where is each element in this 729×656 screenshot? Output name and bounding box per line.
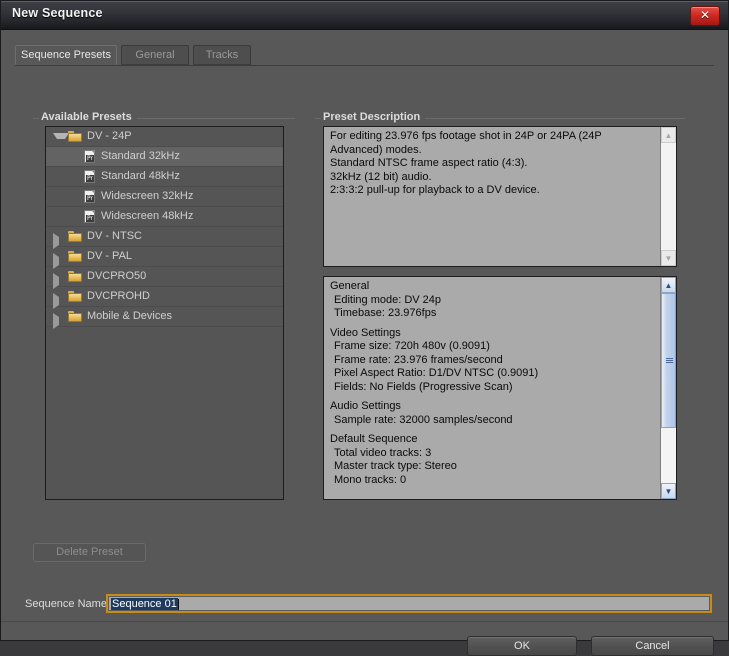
settings-row: Sample rate: 32000 samples/second (330, 414, 656, 428)
preset-file-badge: Pr (86, 195, 94, 202)
scrollbar-grip-icon (666, 358, 673, 364)
sequence-name-label: Sequence Name: (25, 598, 110, 610)
preset-file-badge: Pr (86, 175, 94, 182)
sequence-name-field[interactable]: Sequence 01 (106, 594, 712, 613)
tree-row-label: Standard 32kHz (101, 147, 180, 166)
folder-icon (68, 131, 82, 142)
sequence-name-input[interactable]: Sequence 01 (108, 596, 710, 611)
available-presets-label: Available Presets (39, 111, 137, 123)
settings-row: Frame rate: 23.976 frames/second (330, 354, 656, 368)
tree-row-label: DV - NTSC (87, 227, 142, 246)
preset-file-icon: Pr (84, 210, 95, 223)
chevron-right-icon[interactable] (53, 313, 67, 329)
folder-icon (68, 271, 82, 282)
tree-row-label: Widescreen 48kHz (101, 207, 193, 226)
preset-file-badge: Pr (86, 215, 94, 222)
tree-row[interactable]: Pr Standard 48kHz (46, 167, 283, 187)
close-icon: ✕ (691, 7, 719, 25)
scroll-up-icon[interactable]: ▲ (661, 277, 676, 293)
folder-icon (68, 311, 82, 322)
settings-row: Fields: No Fields (Progressive Scan) (330, 381, 656, 395)
window-title: New Sequence (12, 6, 103, 20)
cancel-button[interactable]: Cancel (591, 636, 714, 656)
settings-row: Master track type: Stereo (330, 460, 656, 474)
tab-strip: Sequence Presets General Tracks (15, 45, 714, 66)
settings-section-heading: Video Settings (330, 327, 656, 341)
tree-row-label: DV - PAL (87, 247, 132, 266)
scroll-down-icon[interactable]: ▼ (661, 483, 676, 499)
settings-row: Pixel Aspect Ratio: D1/DV NTSC (0.9091) (330, 367, 656, 381)
preset-tree[interactable]: DV - 24P Pr Standard 32kHz Pr Standard 48kHz… (45, 126, 284, 500)
tab-sequence-presets[interactable]: Sequence Presets (15, 45, 117, 65)
tree-row-label: Widescreen 32kHz (101, 187, 193, 206)
preset-file-icon: Pr (84, 170, 95, 183)
folder-icon (68, 231, 82, 242)
preset-description-label: Preset Description (321, 111, 425, 123)
tree-row[interactable]: DVCPROHD (46, 287, 283, 307)
tree-row[interactable]: DV - PAL (46, 247, 283, 267)
footer-divider (1, 621, 728, 622)
tree-row[interactable]: DV - NTSC (46, 227, 283, 247)
settings-section-heading: Default Sequence (330, 433, 656, 447)
preset-settings-panel: GeneralEditing mode: DV 24pTimebase: 23.… (323, 276, 677, 500)
preset-file-icon: Pr (84, 150, 95, 163)
tree-row[interactable]: DV - 24P (46, 127, 283, 147)
settings-row: Total video tracks: 3 (330, 447, 656, 461)
tree-row[interactable]: Pr Standard 32kHz (46, 147, 283, 167)
tab-general[interactable]: General (121, 45, 189, 65)
settings-row: Timebase: 23.976fps (330, 307, 656, 321)
settings-section-heading: Audio Settings (330, 400, 656, 414)
preset-description-text: For editing 23.976 fps footage shot in 2… (330, 130, 656, 198)
tree-row[interactable]: Mobile & Devices (46, 307, 283, 327)
preset-file-badge: Pr (86, 155, 94, 162)
tree-row[interactable]: Pr Widescreen 48kHz (46, 207, 283, 227)
settings-row: Editing mode: DV 24p (330, 294, 656, 308)
preset-description-panel: For editing 23.976 fps footage shot in 2… (323, 126, 677, 267)
tree-row-label: DVCPRO50 (87, 267, 146, 286)
preset-file-icon: Pr (84, 190, 95, 203)
new-sequence-dialog: New Sequence ✕ Sequence Presets General … (0, 0, 729, 641)
dialog-content: Sequence Presets General Tracks Availabl… (1, 30, 728, 640)
folder-icon (68, 291, 82, 302)
description-scrollbar[interactable]: ▲ ▼ (660, 127, 676, 266)
settings-row: Mono tracks: 0 (330, 474, 656, 488)
tree-row-label: Standard 48kHz (101, 167, 180, 186)
tree-row[interactable]: DVCPRO50 (46, 267, 283, 287)
chevron-down-icon[interactable] (53, 133, 69, 147)
tab-tracks[interactable]: Tracks (193, 45, 251, 65)
settings-scrollbar[interactable]: ▲ ▼ (660, 277, 676, 499)
scrollbar-thumb[interactable] (661, 293, 676, 428)
settings-section-heading: General (330, 280, 656, 294)
text-caret (178, 599, 179, 611)
tree-row-label: DVCPROHD (87, 287, 150, 306)
folder-icon (68, 251, 82, 262)
sequence-name-value: Sequence 01 (111, 598, 178, 611)
tree-row-label: DV - 24P (87, 127, 132, 146)
preset-description-group: Preset Description (315, 112, 685, 122)
tree-row[interactable]: Pr Widescreen 32kHz (46, 187, 283, 207)
title-bar: New Sequence ✕ (1, 1, 728, 30)
ok-button[interactable]: OK (467, 636, 577, 656)
preset-settings-text: GeneralEditing mode: DV 24pTimebase: 23.… (330, 280, 656, 487)
settings-row: Frame size: 720h 480v (0.9091) (330, 340, 656, 354)
scroll-up-icon[interactable]: ▲ (661, 127, 676, 143)
scroll-down-icon[interactable]: ▼ (661, 250, 676, 266)
close-button[interactable]: ✕ (690, 6, 720, 26)
tree-row-label: Mobile & Devices (87, 307, 172, 326)
delete-preset-button[interactable]: Delete Preset (33, 543, 146, 562)
